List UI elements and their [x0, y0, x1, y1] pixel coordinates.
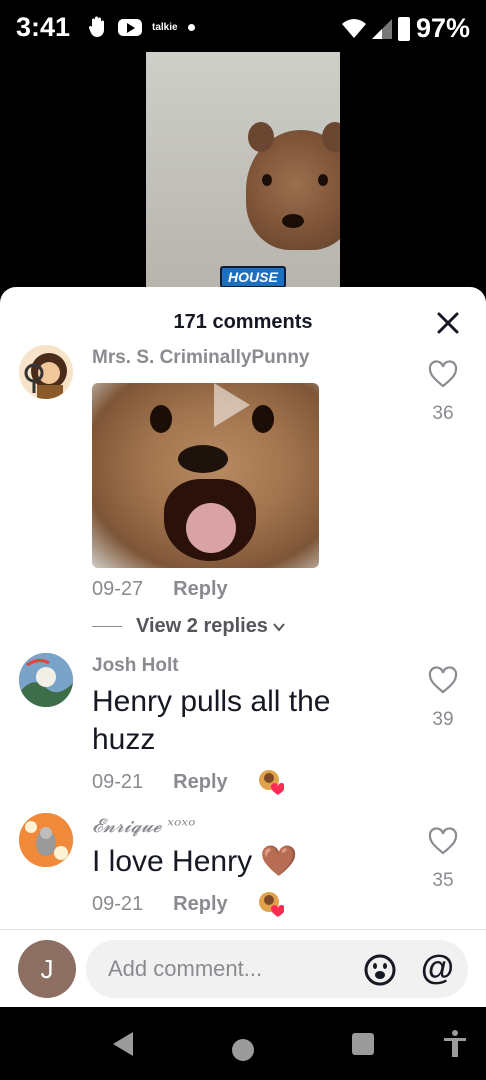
comment-item: Josh Holt Henry pulls all the huzz 09-21… — [0, 647, 486, 807]
back-icon[interactable] — [111, 1030, 135, 1058]
accessibility-icon[interactable] — [443, 1029, 467, 1059]
comment-meta: 09-21 Reply — [92, 891, 285, 917]
comment-date: 09-27 — [92, 578, 144, 600]
notification-dot — [187, 23, 195, 31]
hand-icon — [88, 16, 104, 37]
heart-icon[interactable] — [428, 665, 458, 695]
view-replies-button[interactable]: View 2 replies — [92, 615, 286, 638]
comment-text: I love Henry 🤎 — [92, 845, 298, 878]
avatar[interactable] — [19, 653, 73, 707]
creator-liked-icon — [258, 891, 285, 917]
signal-icon — [371, 18, 392, 39]
status-bar: 3:41 talkie 97% — [0, 0, 486, 58]
add-comment-placeholder: Add comment... — [108, 956, 263, 981]
comments-sheet: 171 comments Mrs. S. CriminallyPunny 09-… — [0, 287, 486, 1007]
talkie-label: talkie — [152, 21, 178, 33]
reply-button[interactable]: Reply — [173, 771, 227, 794]
system-icons: 97% — [341, 13, 470, 44]
video-preview[interactable]: HOUSE — [146, 52, 340, 292]
comment-username[interactable]: 𝓔𝓷𝓻𝓲𝓺𝓾𝓮 ˣᵒˣᵒ — [92, 815, 195, 837]
notification-icons: talkie — [88, 16, 195, 38]
comment-username[interactable]: Mrs. S. CriminallyPunny — [92, 347, 310, 369]
like-count: 35 — [432, 870, 454, 891]
battery-icon — [397, 16, 410, 41]
avatar[interactable] — [19, 345, 73, 399]
comment-date: 09-21 — [92, 892, 144, 915]
heart-icon[interactable] — [428, 826, 458, 856]
comment-date: 09-21 — [92, 770, 144, 793]
comment-meta: 09-21 Reply — [92, 769, 285, 795]
at-icon[interactable]: @ — [421, 949, 454, 988]
play-icon — [214, 383, 250, 427]
status-time: 3:41 — [16, 12, 71, 42]
divider-line — [92, 626, 122, 627]
comment-username[interactable]: Josh Holt — [92, 655, 179, 677]
comment-item: 𝓔𝓷𝓻𝓲𝓺𝓾𝓮 ˣᵒˣᵒ I love Henry 🤎 09-21 Reply … — [0, 807, 486, 947]
comment-input-bar: J Add comment... @ — [0, 930, 486, 1007]
home-icon[interactable] — [232, 1039, 254, 1061]
comment-text: Henry pulls all the huzz — [92, 685, 331, 756]
like-count: 36 — [432, 403, 454, 424]
wifi-icon — [341, 18, 366, 38]
user-avatar[interactable]: J — [18, 940, 76, 998]
video-animal-image — [246, 122, 340, 250]
like-count: 39 — [432, 709, 454, 730]
comment-meta: 09-27 Reply — [92, 578, 228, 601]
add-comment-input[interactable]: Add comment... @ — [86, 940, 468, 998]
battery-percent: 97% — [415, 13, 470, 43]
video-caption: HOUSE — [220, 266, 286, 288]
gif-attachment[interactable] — [92, 383, 319, 568]
comment-item: Mrs. S. CriminallyPunny 09-27 Reply View… — [0, 287, 486, 647]
heart-icon[interactable] — [428, 359, 458, 389]
youtube-icon — [118, 18, 142, 36]
recents-icon[interactable] — [352, 1033, 374, 1055]
reply-button[interactable]: Reply — [173, 893, 227, 916]
chevron-down-icon — [273, 622, 285, 632]
emoji-icon[interactable] — [364, 954, 396, 986]
reply-button[interactable]: Reply — [173, 578, 227, 601]
avatar[interactable] — [19, 813, 73, 867]
system-nav-bar — [0, 1007, 486, 1080]
view-replies-label: View 2 replies — [136, 615, 268, 637]
creator-liked-icon — [258, 769, 285, 795]
